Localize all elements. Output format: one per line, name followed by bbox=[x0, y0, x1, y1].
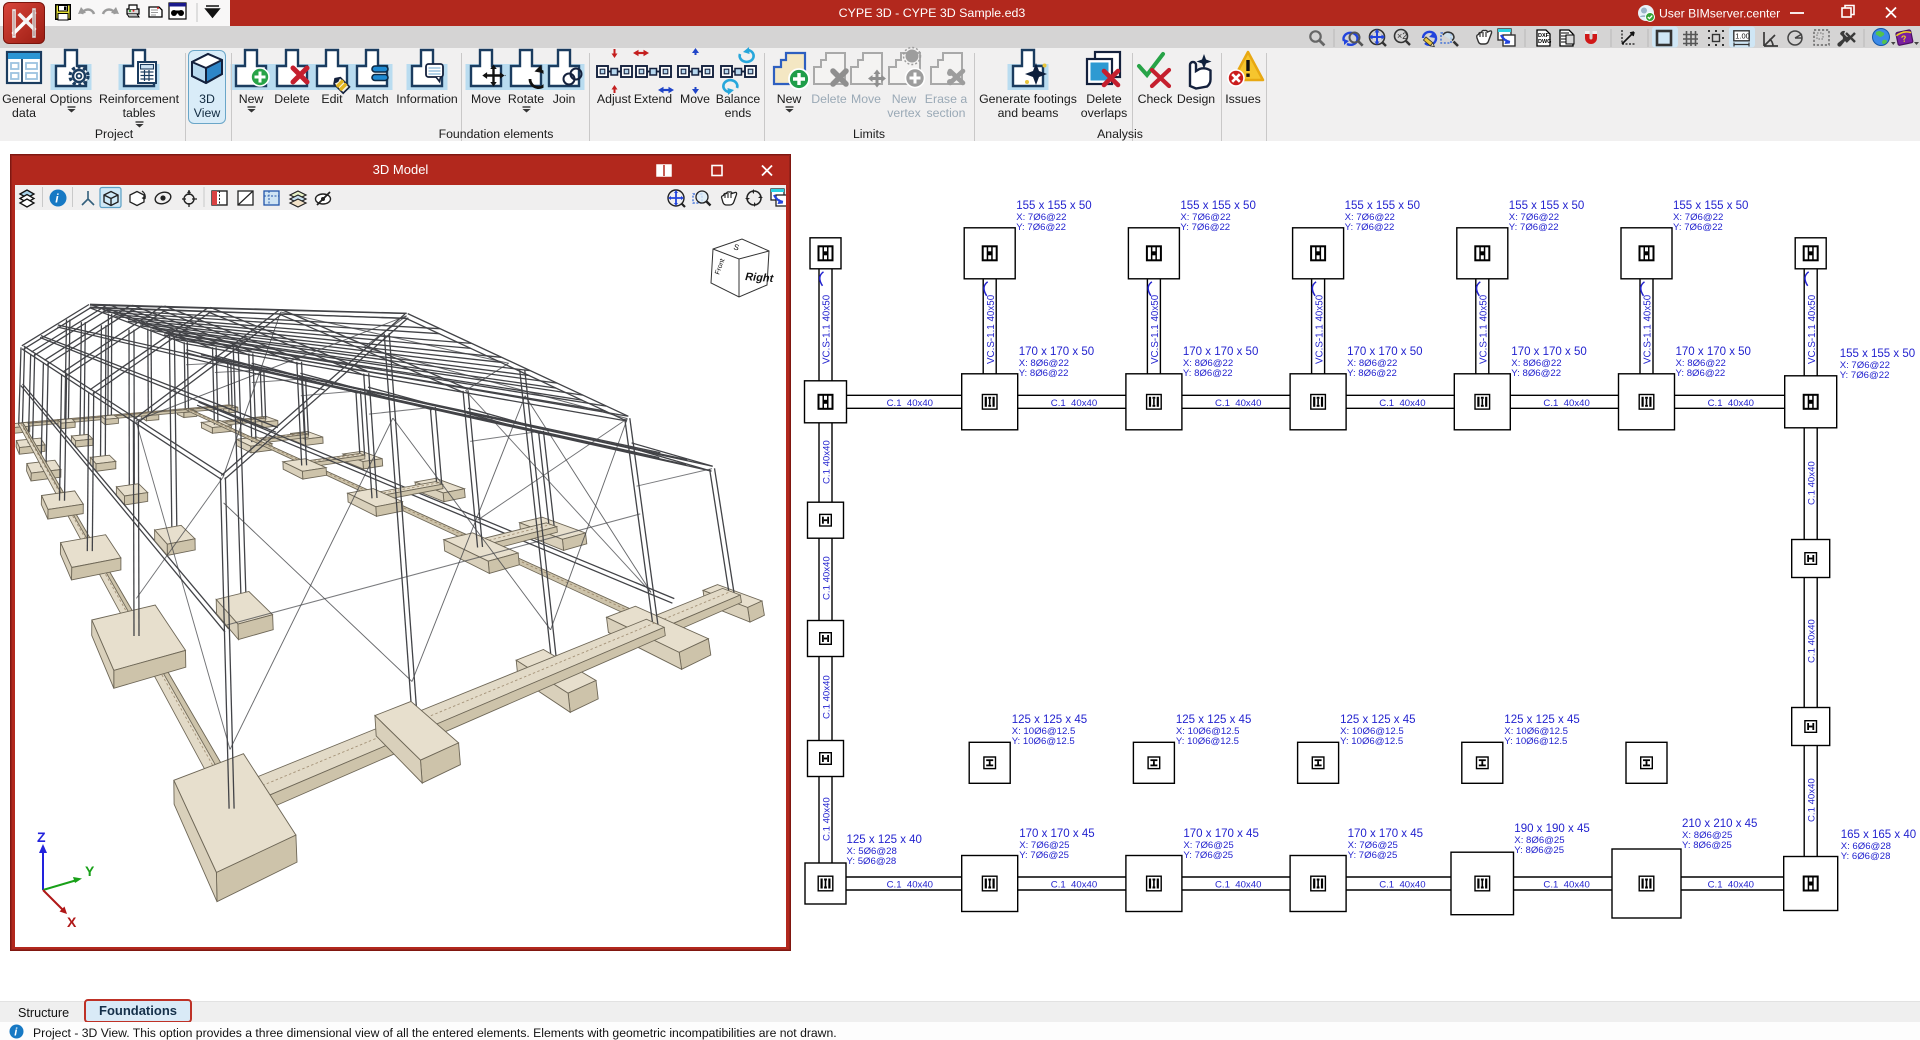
svg-text:165 x 165 x 40: 165 x 165 x 40 bbox=[1841, 829, 1916, 841]
svg-text:C.1 40x40: C.1 40x40 bbox=[821, 675, 832, 719]
svg-text:170 x 170 x 50: 170 x 170 x 50 bbox=[1511, 346, 1586, 358]
svg-text:Y: 7Ø6@22: Y: 7Ø6@22 bbox=[1509, 222, 1559, 233]
svg-text:C.1 40x40: C.1 40x40 bbox=[821, 556, 832, 600]
svg-text:VC.S-1.1 40x50: VC.S-1.1 40x50 bbox=[1314, 294, 1325, 364]
svg-text:170 x 170 x 50: 170 x 170 x 50 bbox=[1183, 346, 1258, 358]
svg-text:125 x 125 x 45: 125 x 125 x 45 bbox=[1504, 714, 1579, 726]
svg-text:Y: 7Ø6@22: Y: 7Ø6@22 bbox=[1840, 370, 1890, 381]
svg-text:Y: 5Ø6@28: Y: 5Ø6@28 bbox=[847, 856, 897, 867]
svg-text:Y: 8Ø6@25: Y: 8Ø6@25 bbox=[1682, 840, 1732, 851]
svg-text:Y: 8Ø6@25: Y: 8Ø6@25 bbox=[1514, 845, 1564, 856]
svg-text:C.1 40x40: C.1 40x40 bbox=[1807, 619, 1818, 663]
svg-text:User BIMserver.center: User BIMserver.center bbox=[1659, 7, 1780, 21]
svg-text:Y: 8Ø6@22: Y: 8Ø6@22 bbox=[1676, 368, 1726, 379]
svg-text:155 x 155 x 50: 155 x 155 x 50 bbox=[1673, 200, 1748, 212]
svg-text:C.1 40x40: C.1 40x40 bbox=[1543, 880, 1589, 891]
svg-text:Y: 8Ø6@22: Y: 8Ø6@22 bbox=[1183, 368, 1233, 379]
svg-text:C.1 40x40: C.1 40x40 bbox=[887, 880, 933, 891]
svg-text:Y: 7Ø6@25: Y: 7Ø6@25 bbox=[1019, 850, 1069, 861]
svg-text:DWG: DWG bbox=[1538, 39, 1551, 45]
svg-text:1.00: 1.00 bbox=[1735, 32, 1750, 41]
svg-text:C.1 40x40: C.1 40x40 bbox=[1543, 398, 1589, 409]
svg-text:Y: 7Ø6@25: Y: 7Ø6@25 bbox=[1348, 850, 1398, 861]
svg-text:Y: 7Ø6@22: Y: 7Ø6@22 bbox=[1673, 222, 1723, 233]
svg-text:Y: 8Ø6@22: Y: 8Ø6@22 bbox=[1019, 368, 1069, 379]
svg-text:C.1 40x40: C.1 40x40 bbox=[1379, 398, 1425, 409]
svg-text:X: X bbox=[67, 914, 77, 930]
svg-text:VC.S-1.1 40x50: VC.S-1.1 40x50 bbox=[1479, 294, 1490, 364]
svg-text:C.1 40x40: C.1 40x40 bbox=[821, 797, 832, 841]
svg-text:C.1 40x40: C.1 40x40 bbox=[1215, 398, 1261, 409]
svg-text:Y: 8Ø6@22: Y: 8Ø6@22 bbox=[1511, 368, 1561, 379]
svg-text:Y: 7Ø6@22: Y: 7Ø6@22 bbox=[1345, 222, 1395, 233]
svg-text:Y: 7Ø6@25: Y: 7Ø6@25 bbox=[1183, 850, 1233, 861]
svg-text:Y: 10Ø6@12.5: Y: 10Ø6@12.5 bbox=[1504, 736, 1567, 747]
svg-text:C.1 40x40: C.1 40x40 bbox=[1807, 778, 1818, 822]
svg-text:C.1 40x40: C.1 40x40 bbox=[821, 440, 832, 484]
svg-text:Y: 10Ø6@12.5: Y: 10Ø6@12.5 bbox=[1176, 736, 1239, 747]
svg-text:VC.S-1.1 40x50: VC.S-1.1 40x50 bbox=[986, 294, 997, 364]
svg-text:C.1 40x40: C.1 40x40 bbox=[1051, 880, 1097, 891]
svg-text:170 x 170 x 45: 170 x 170 x 45 bbox=[1183, 828, 1258, 840]
svg-text:125 x 125 x 45: 125 x 125 x 45 bbox=[1012, 714, 1087, 726]
svg-text:170 x 170 x 50: 170 x 170 x 50 bbox=[1676, 346, 1751, 358]
svg-text:Y: 8Ø6@22: Y: 8Ø6@22 bbox=[1347, 368, 1397, 379]
svg-text:155 x 155 x 50: 155 x 155 x 50 bbox=[1509, 200, 1584, 212]
svg-text:210 x 210 x 45: 210 x 210 x 45 bbox=[1682, 818, 1757, 830]
svg-text:VC.S-1.1 40x50: VC.S-1.1 40x50 bbox=[1150, 294, 1161, 364]
svg-text:155 x 155 x 50: 155 x 155 x 50 bbox=[1840, 348, 1915, 360]
svg-text:VC.S-1.1 40x50: VC.S-1.1 40x50 bbox=[822, 294, 833, 364]
svg-text:C.1 40x40: C.1 40x40 bbox=[1708, 880, 1754, 891]
svg-text:170 x 170 x 50: 170 x 170 x 50 bbox=[1347, 346, 1422, 358]
svg-text:170 x 170 x 50: 170 x 170 x 50 bbox=[1019, 346, 1094, 358]
svg-text:C.1 40x40: C.1 40x40 bbox=[1807, 461, 1818, 505]
svg-text:Y: Y bbox=[85, 863, 95, 879]
svg-text:VC.S-1.1 40x50: VC.S-1.1 40x50 bbox=[1807, 294, 1818, 364]
svg-text:VC.S-1.1 40x50: VC.S-1.1 40x50 bbox=[1643, 294, 1654, 364]
svg-text:125 x 125 x 45: 125 x 125 x 45 bbox=[1176, 714, 1251, 726]
svg-text:155 x 155 x 50: 155 x 155 x 50 bbox=[1180, 200, 1255, 212]
svg-text:Right: Right bbox=[745, 271, 775, 285]
svg-text:155 x 155 x 50: 155 x 155 x 50 bbox=[1345, 200, 1420, 212]
svg-text:C.1 40x40: C.1 40x40 bbox=[1379, 880, 1425, 891]
svg-text:Y: 10Ø6@12.5: Y: 10Ø6@12.5 bbox=[1012, 736, 1075, 747]
svg-text:×2: ×2 bbox=[1397, 31, 1407, 41]
svg-text:125 x 125 x 40: 125 x 125 x 40 bbox=[847, 834, 922, 846]
svg-text:C.1 40x40: C.1 40x40 bbox=[1215, 880, 1261, 891]
svg-text:Y: 7Ø6@22: Y: 7Ø6@22 bbox=[1016, 222, 1066, 233]
svg-text:170 x 170 x 45: 170 x 170 x 45 bbox=[1019, 828, 1094, 840]
svg-text:125 x 125 x 45: 125 x 125 x 45 bbox=[1340, 714, 1415, 726]
svg-text:Z: Z bbox=[37, 830, 46, 845]
svg-text:170 x 170 x 45: 170 x 170 x 45 bbox=[1348, 828, 1423, 840]
svg-text:C.1 40x40: C.1 40x40 bbox=[1051, 398, 1097, 409]
svg-text:Y: 6Ø6@28: Y: 6Ø6@28 bbox=[1841, 851, 1891, 862]
svg-text:Y: 7Ø6@22: Y: 7Ø6@22 bbox=[1180, 222, 1230, 233]
svg-text:155 x 155 x 50: 155 x 155 x 50 bbox=[1016, 200, 1091, 212]
svg-text:Y: 10Ø6@12.5: Y: 10Ø6@12.5 bbox=[1340, 736, 1403, 747]
svg-text:C.1 40x40: C.1 40x40 bbox=[1708, 398, 1754, 409]
svg-text:190 x 190 x 45: 190 x 190 x 45 bbox=[1514, 823, 1589, 835]
svg-text:C.1 40x40: C.1 40x40 bbox=[887, 398, 933, 409]
